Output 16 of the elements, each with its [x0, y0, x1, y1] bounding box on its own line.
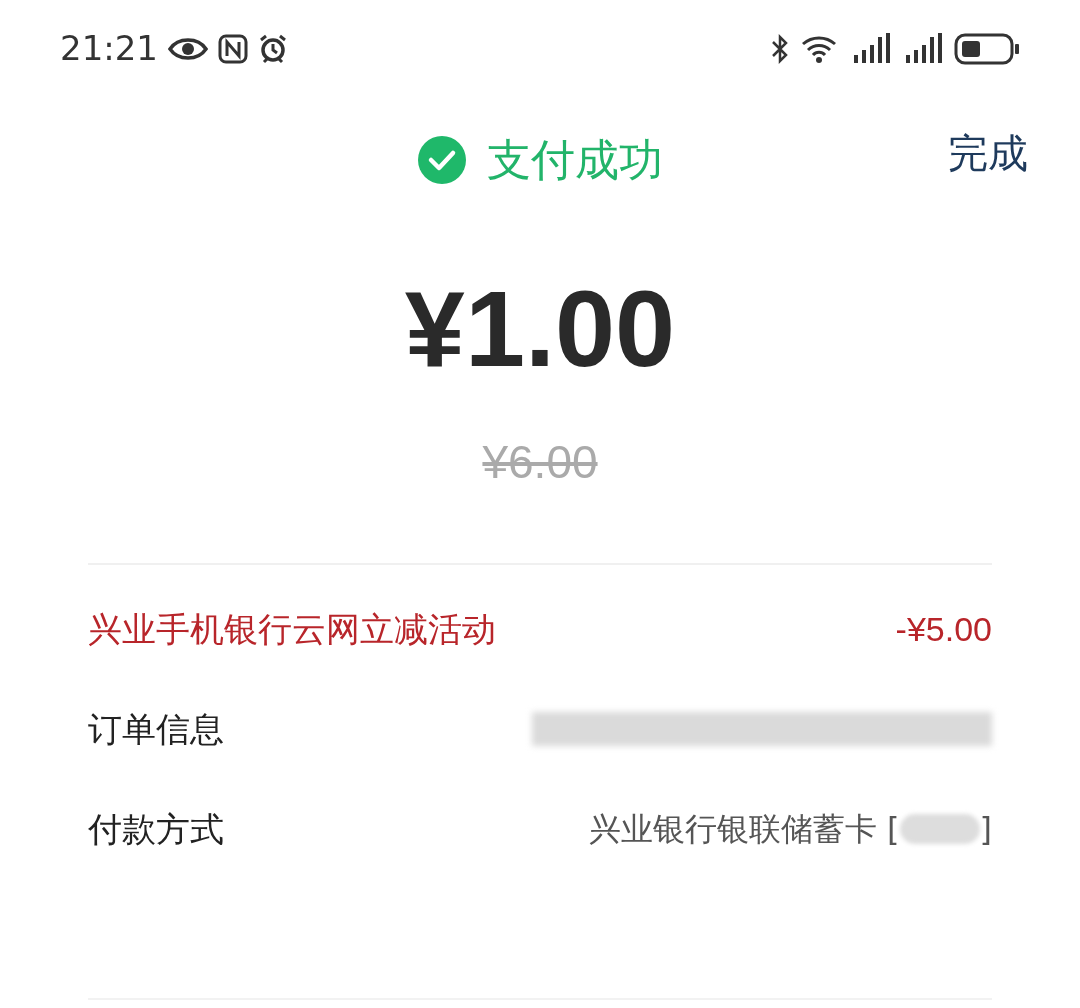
status-time: 21:21 [60, 27, 158, 70]
detail-label: 订单信息 [88, 707, 224, 751]
battery-icon [954, 32, 1020, 65]
alarm-icon [258, 33, 288, 64]
check-circle-icon [417, 135, 467, 185]
discount-value: -¥5.00 [895, 608, 992, 650]
original-price: ¥6.00 [482, 439, 598, 485]
bluetooth-icon [770, 33, 790, 64]
discount-label: 兴业手机银行云网立减活动 [88, 607, 496, 651]
bracket-text: ] [979, 809, 992, 850]
done-button[interactable]: 完成 [948, 123, 1028, 183]
detail-label: 付款方式 [88, 807, 224, 851]
payment-status: 支付成功 [487, 133, 663, 187]
paid-amount: ¥1.00 [404, 275, 676, 383]
nfc-icon [218, 33, 248, 64]
detail-value: 兴业银行银联储蓄卡 [ [588, 809, 900, 850]
